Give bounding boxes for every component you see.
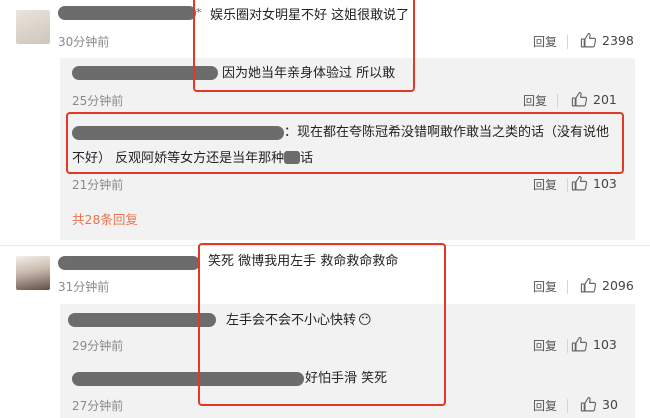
more-replies-link[interactable]: 共28条回复 <box>72 212 138 228</box>
divider <box>557 94 558 108</box>
reply-button[interactable]: 回复 <box>533 34 557 50</box>
divider <box>567 339 568 353</box>
reply-button[interactable]: 回复 <box>533 279 557 295</box>
avatar[interactable] <box>16 10 50 44</box>
thumbs-up-icon <box>580 32 597 48</box>
highlight-box <box>198 243 446 406</box>
like-count: 2096 <box>602 277 634 293</box>
redacted-username <box>68 313 216 327</box>
reply-button[interactable]: 回复 <box>533 398 557 414</box>
redacted-username <box>58 256 200 270</box>
like-button[interactable]: 103 <box>571 336 617 353</box>
reply-time: 25分钟前 <box>72 94 124 108</box>
like-count: 103 <box>593 175 617 191</box>
comment-time: 31分钟前 <box>58 280 110 294</box>
reply-time: 27分钟前 <box>72 399 124 413</box>
like-count: 103 <box>593 336 617 352</box>
reply-time: 21分钟前 <box>72 178 124 192</box>
divider <box>567 280 568 294</box>
like-button[interactable]: 2398 <box>580 32 634 49</box>
like-button[interactable]: 201 <box>571 91 617 108</box>
comment-time: 30分钟前 <box>58 35 110 49</box>
avatar[interactable] <box>16 256 50 290</box>
reply-time: 29分钟前 <box>72 339 124 353</box>
redacted-username <box>58 6 196 20</box>
divider <box>567 399 568 413</box>
thumbs-up-icon <box>571 91 588 107</box>
like-button[interactable]: 2096 <box>580 277 634 294</box>
thumbs-up-icon <box>580 396 597 412</box>
like-button[interactable]: 30 <box>580 396 618 413</box>
thumbs-up-icon <box>571 336 588 352</box>
thumbs-up-icon <box>580 277 597 293</box>
like-count: 2398 <box>602 32 634 48</box>
reply-button[interactable]: 回复 <box>533 338 557 354</box>
reply-button[interactable]: 回复 <box>523 93 547 109</box>
thumbs-up-icon <box>571 175 588 191</box>
divider <box>567 178 568 192</box>
like-button[interactable]: 103 <box>571 175 617 192</box>
reply-button[interactable]: 回复 <box>533 177 557 193</box>
highlight-box <box>66 112 624 174</box>
like-count: 30 <box>602 396 618 412</box>
like-count: 201 <box>593 91 617 107</box>
highlight-box <box>193 0 415 92</box>
divider <box>567 35 568 49</box>
